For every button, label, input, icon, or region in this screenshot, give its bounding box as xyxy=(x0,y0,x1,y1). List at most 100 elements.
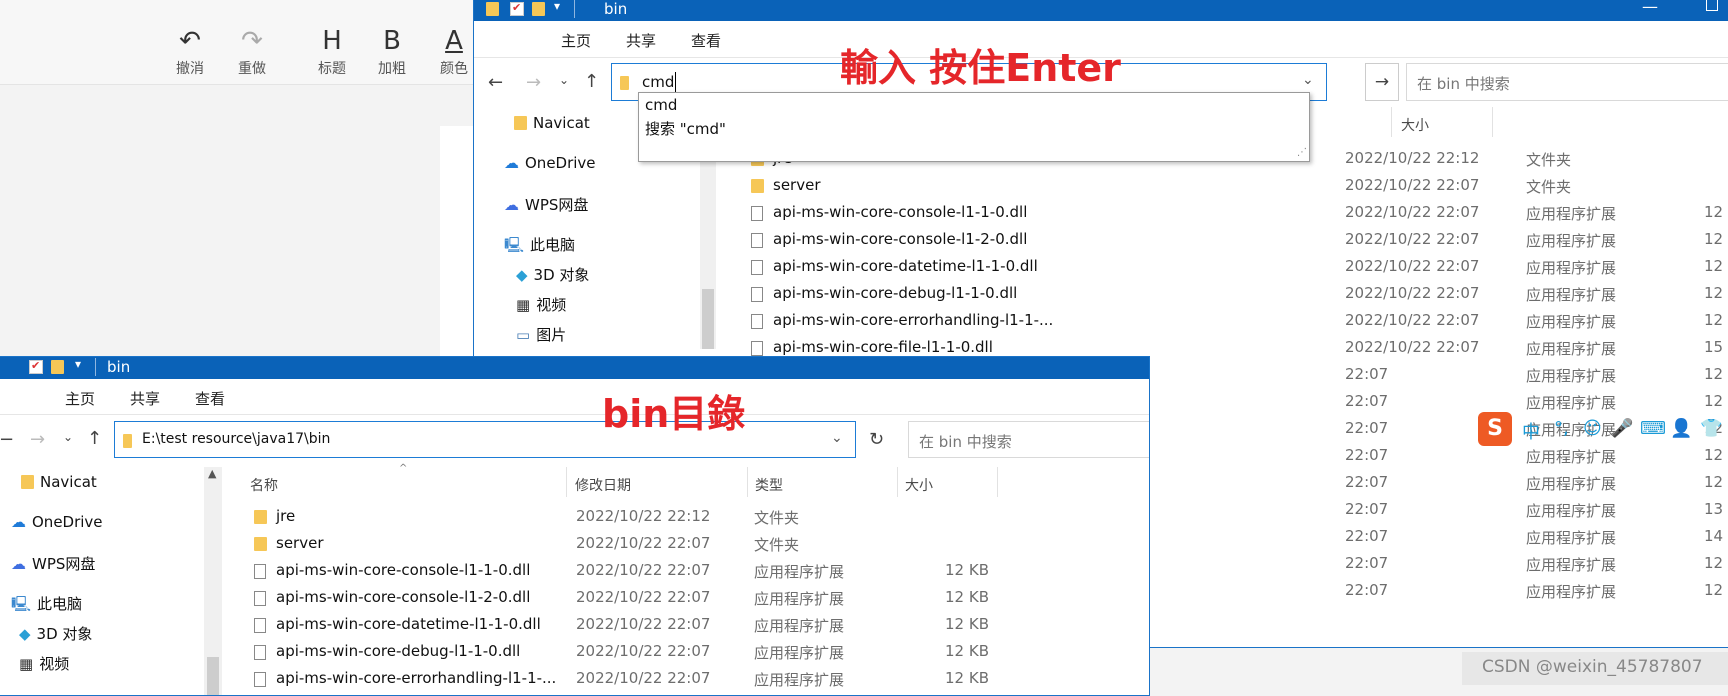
column-date-header[interactable]: 修改日期 xyxy=(575,475,631,495)
recent-dropdown-icon[interactable]: ⌄ xyxy=(63,430,73,444)
table-row[interactable]: api-ms-win-core-debug-l1-1-0.dll 2022/10/… xyxy=(751,284,1728,308)
sidebar-item-3d-objects[interactable]: ◆ 3D 对象 xyxy=(19,623,92,644)
punctuation-icon[interactable]: °, xyxy=(1554,418,1569,439)
new-folder-icon[interactable] xyxy=(532,0,545,18)
file-icon xyxy=(254,618,266,633)
watermark: CSDN @weixin_45787807 xyxy=(1462,652,1728,685)
sidebar-item-onedrive[interactable]: ☁ OneDrive xyxy=(11,513,103,531)
back-arrow-icon[interactable]: − xyxy=(0,429,14,450)
table-row[interactable]: api-ms-win-core-datetime-l1-1-0.dll 2022/… xyxy=(751,257,1728,281)
file-icon xyxy=(751,287,763,302)
table-row[interactable]: api-ms-win-core-console-l1-1-0.dll 2022/1… xyxy=(254,561,1144,585)
color-button[interactable]: A 颜色 xyxy=(430,26,478,78)
up-arrow-icon[interactable]: ↑ xyxy=(87,428,102,449)
sidebar-label: 此电脑 xyxy=(37,595,83,613)
scroll-thumb[interactable] xyxy=(207,657,219,695)
table-row[interactable]: api-ms-win-core-console-l1-2-0.dll 2022/1… xyxy=(254,588,1144,612)
suggestion-item[interactable]: 搜索 "cmd" xyxy=(645,118,726,139)
heading-button[interactable]: H 标题 xyxy=(308,26,356,78)
go-arrow-icon[interactable]: → xyxy=(1365,63,1399,101)
file-icon xyxy=(751,341,763,356)
picture-icon: ▭ xyxy=(516,326,531,344)
column-size-header[interactable]: 大小 xyxy=(1401,115,1429,135)
address-input[interactable]: cmd xyxy=(642,73,674,91)
chevron-down-icon[interactable]: ⌄ xyxy=(1302,72,1314,88)
sidebar-item-navicat[interactable]: Navicat xyxy=(514,114,590,132)
tab-view[interactable]: 查看 xyxy=(195,388,225,409)
up-arrow-icon[interactable]: ↑ xyxy=(584,71,599,92)
file-size: 12 KB xyxy=(945,588,989,606)
suggestion-item[interactable]: cmd xyxy=(645,96,677,114)
file-name: jre xyxy=(276,507,296,525)
emoji-icon[interactable]: ☺ xyxy=(1583,418,1602,439)
properties-checkbox-icon[interactable]: ✔ xyxy=(510,1,524,16)
table-row[interactable]: jre 2022/10/22 22:12 文件夹 xyxy=(254,507,1144,531)
maximize-icon[interactable] xyxy=(1706,0,1718,11)
table-row[interactable]: api-ms-win-core-console-l1-1-0.dll 2022/1… xyxy=(751,203,1728,227)
sidebar-item-videos[interactable]: ▦ 视频 xyxy=(19,653,69,674)
search-input[interactable]: 在 bin 中搜索 xyxy=(908,421,1149,458)
file-type: 应用程序扩展 xyxy=(1526,556,1617,574)
file-size: 12 KB xyxy=(1704,230,1728,248)
redo-button[interactable]: ↷ 重做 xyxy=(228,26,276,78)
chinese-mode-icon[interactable]: 中 xyxy=(1522,418,1540,444)
file-type: 文件夹 xyxy=(754,536,800,554)
table-row[interactable]: api-ms-win-core-errorhandling-l1-1-... 20… xyxy=(254,669,1144,693)
minimize-icon[interactable]: — xyxy=(1642,0,1658,16)
back-arrow-icon[interactable]: ← xyxy=(488,72,503,93)
sidebar-item-wps[interactable]: ☁ WPS网盘 xyxy=(504,194,588,215)
sidebar-item-3d-objects[interactable]: ◆ 3D 对象 xyxy=(516,264,589,285)
sidebar-item-this-pc[interactable]: 🖳 此电脑 xyxy=(504,234,575,260)
tab-home[interactable]: 主页 xyxy=(561,30,591,51)
file-date: 2022/10/22 22:07 xyxy=(1345,203,1480,221)
tab-share[interactable]: 共享 xyxy=(626,30,656,51)
sidebar-label: 此电脑 xyxy=(530,236,576,254)
table-row[interactable]: api-ms-win-core-debug-l1-1-0.dll 2022/10/… xyxy=(254,642,1144,666)
file-name: server xyxy=(773,176,821,194)
user-icon[interactable]: 👤 xyxy=(1670,418,1692,439)
column-name-header[interactable]: 名称 xyxy=(250,475,278,495)
undo-button[interactable]: ↶ 撤消 xyxy=(166,26,214,78)
forward-arrow-icon[interactable]: → xyxy=(526,72,541,93)
sogou-logo-icon[interactable]: S xyxy=(1478,412,1512,446)
refresh-icon[interactable]: ↻ xyxy=(869,429,884,450)
forward-arrow-icon[interactable]: → xyxy=(30,429,45,450)
table-row[interactable]: api-ms-win-core-console-l1-2-0.dll 2022/1… xyxy=(751,230,1728,254)
column-separator xyxy=(1391,107,1392,137)
table-row[interactable]: server 2022/10/22 22:07 文件夹 xyxy=(254,534,1144,558)
column-type-header[interactable]: 类型 xyxy=(755,475,783,495)
sidebar-item-videos[interactable]: ▦ 视频 xyxy=(516,294,566,315)
scroll-thumb[interactable] xyxy=(702,289,714,349)
recent-dropdown-icon[interactable]: ⌄ xyxy=(559,73,569,87)
scroll-up-icon[interactable]: ▲ xyxy=(208,467,216,480)
table-row[interactable]: api-ms-win-core-datetime-l1-1-0.dll 2022/… xyxy=(254,615,1144,639)
quick-access-dropdown-icon[interactable]: ▾ xyxy=(75,357,81,371)
skin-icon[interactable]: 👕 xyxy=(1700,418,1722,439)
microphone-icon[interactable]: 🎤 xyxy=(1611,418,1633,439)
file-date: 22:07 xyxy=(1345,554,1389,572)
quick-access-dropdown-icon[interactable]: ▾ xyxy=(554,0,560,13)
tab-home[interactable]: 主页 xyxy=(65,388,95,409)
address-input[interactable]: E:\test resource\java17\bin xyxy=(142,431,330,447)
sidebar-scrollbar[interactable]: ▲ xyxy=(204,467,222,695)
keyboard-icon[interactable]: ⌨ xyxy=(1640,418,1666,439)
table-row[interactable]: server 2022/10/22 22:07 文件夹 xyxy=(751,176,1721,200)
table-row[interactable]: api-ms-win-core-errorhandling-l1-1-... 20… xyxy=(751,311,1728,335)
resize-grip-icon[interactable]: ⋰ xyxy=(1297,147,1307,158)
bold-button[interactable]: B 加粗 xyxy=(368,26,416,78)
chevron-down-icon[interactable]: ⌄ xyxy=(831,430,843,446)
sidebar-item-onedrive[interactable]: ☁ OneDrive xyxy=(504,154,596,172)
tab-share[interactable]: 共享 xyxy=(130,388,160,409)
tab-view[interactable]: 查看 xyxy=(691,30,721,51)
file-type: 应用程序扩展 xyxy=(1526,205,1617,223)
sidebar-item-navicat[interactable]: Navicat xyxy=(21,473,97,491)
sidebar-item-wps[interactable]: ☁ WPS网盘 xyxy=(11,553,95,574)
sidebar-item-pictures[interactable]: ▭ 图片 xyxy=(516,324,566,345)
properties-checkbox-icon[interactable]: ✔ xyxy=(29,359,43,374)
file-date: 2022/10/22 22:07 xyxy=(1345,284,1480,302)
search-input[interactable]: 在 bin 中搜索 xyxy=(1406,63,1728,101)
file-date: 22:07 xyxy=(1345,392,1389,410)
sidebar-item-this-pc[interactable]: 🖳 此电脑 xyxy=(11,593,82,619)
column-size-header[interactable]: 大小 xyxy=(905,475,933,495)
new-folder-icon[interactable] xyxy=(51,358,64,376)
